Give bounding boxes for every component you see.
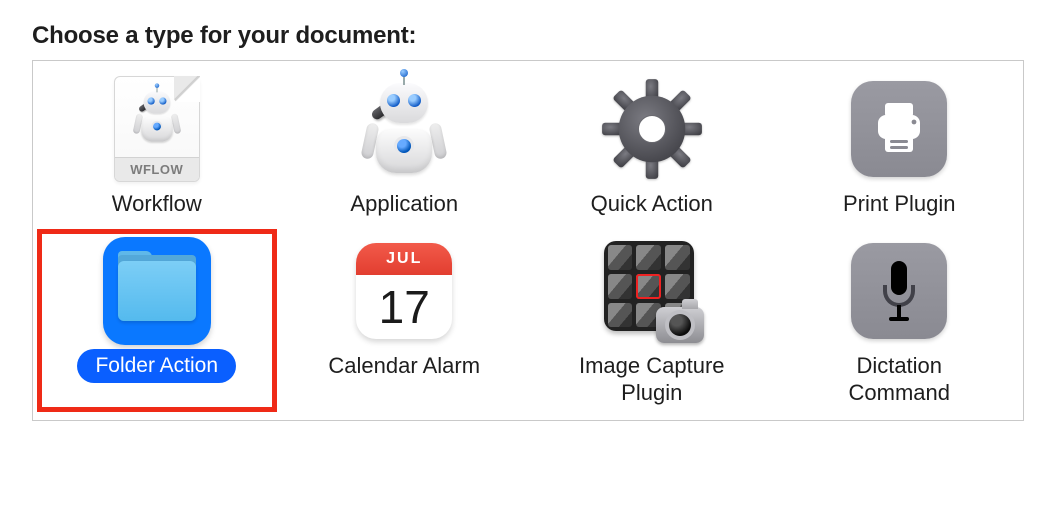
type-label-image-capture-plugin: Image Capture Plugin <box>579 353 725 406</box>
image-capture-icon <box>596 235 708 347</box>
type-option-workflow[interactable]: WFLOW Workflow <box>33 73 281 217</box>
workflow-file-icon: WFLOW <box>101 73 213 185</box>
type-label-calendar-alarm: Calendar Alarm <box>328 353 480 379</box>
type-label-quick-action: Quick Action <box>591 191 713 217</box>
type-label-application: Application <box>350 191 458 217</box>
type-option-calendar-alarm[interactable]: JUL 17 Calendar Alarm <box>281 235 529 406</box>
calendar-month: JUL <box>356 243 452 275</box>
type-option-dictation-command[interactable]: Dictation Command <box>776 235 1024 406</box>
type-option-quick-action[interactable]: Quick Action <box>528 73 776 217</box>
document-type-panel: WFLOW Workflow Application <box>32 60 1024 421</box>
type-label-print-plugin: Print Plugin <box>843 191 956 217</box>
calendar-icon: JUL 17 <box>348 235 460 347</box>
automator-robot-icon <box>348 73 460 185</box>
gear-icon <box>596 73 708 185</box>
page-title: Choose a type for your document: <box>32 22 1056 50</box>
type-row-1: WFLOW Workflow Application <box>33 73 1023 217</box>
type-label-folder-action: Folder Action <box>77 349 236 382</box>
workflow-file-tag: WFLOW <box>115 157 199 181</box>
calendar-day: 17 <box>356 275 452 339</box>
type-option-application[interactable]: Application <box>281 73 529 217</box>
folder-icon <box>101 235 213 347</box>
automator-robot-icon <box>129 89 185 145</box>
type-option-image-capture-plugin[interactable]: Image Capture Plugin <box>528 235 776 406</box>
printer-icon <box>843 73 955 185</box>
type-option-print-plugin[interactable]: Print Plugin <box>776 73 1024 217</box>
type-label-dictation-command: Dictation Command <box>849 353 950 406</box>
type-option-folder-action[interactable]: Folder Action <box>33 235 281 406</box>
microphone-icon <box>843 235 955 347</box>
type-label-workflow: Workflow <box>112 191 202 217</box>
type-row-2: Folder Action JUL 17 Calendar Alarm <box>33 235 1023 406</box>
